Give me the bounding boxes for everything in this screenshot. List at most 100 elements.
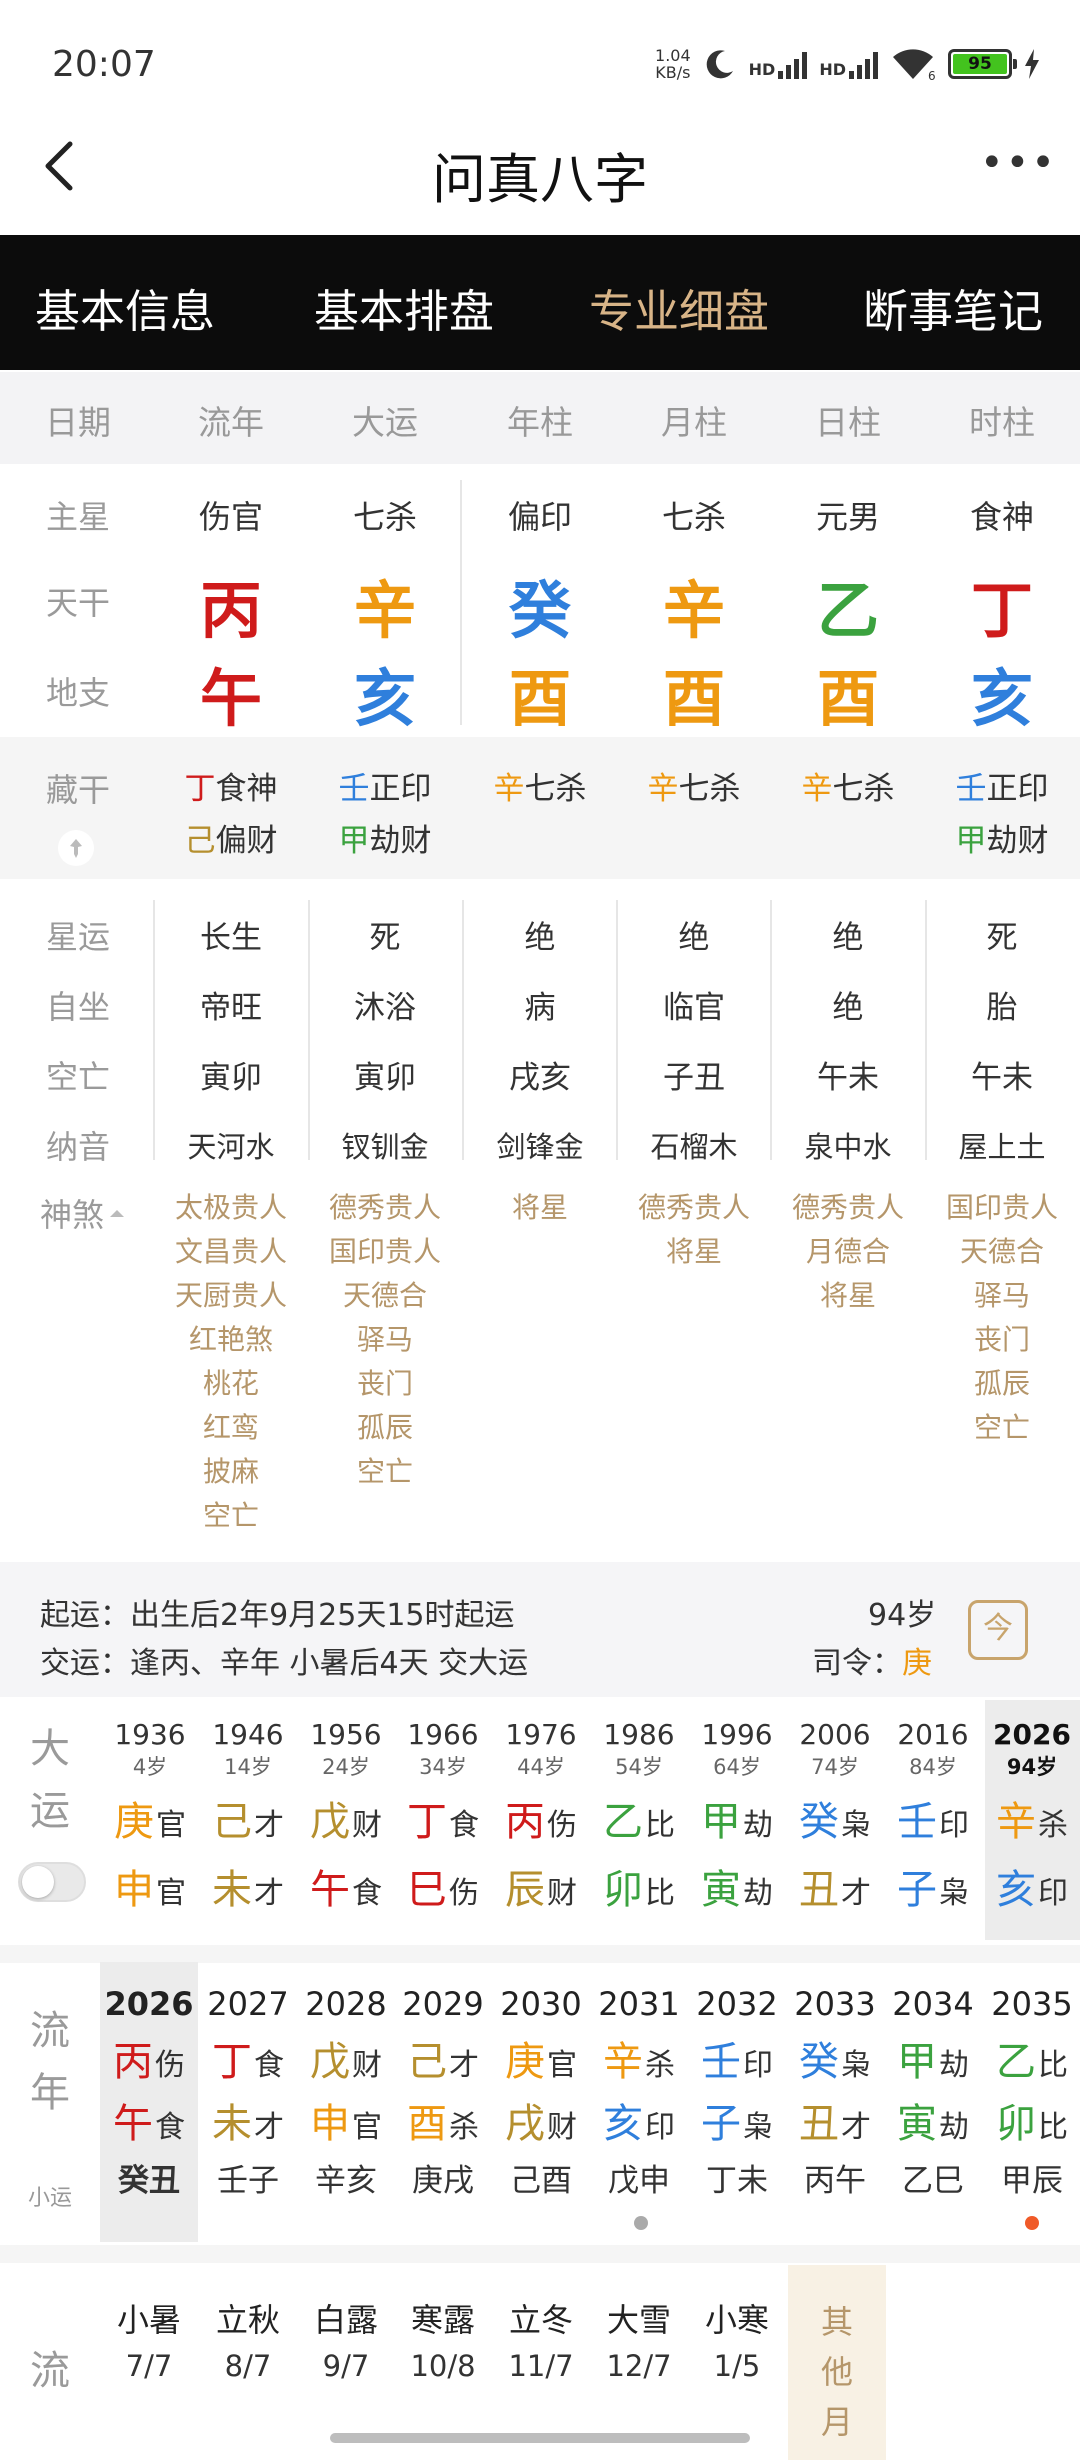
dayun-switch[interactable]: [18, 1862, 86, 1902]
shensha-item[interactable]: 驿马: [357, 1318, 413, 1362]
dayun-item[interactable]: 1936 4岁庚官申官: [101, 1718, 199, 1915]
xingyun-cell: 绝: [678, 920, 710, 956]
shensha-item[interactable]: 桃花: [203, 1362, 259, 1406]
section-gap-2: [0, 2245, 1080, 2263]
dayun-item[interactable]: 2016 84岁壬印子枭: [884, 1718, 982, 1915]
tiangan-char: 丙: [199, 574, 263, 647]
dayun-item[interactable]: 1986 54岁乙比卯比: [590, 1718, 688, 1915]
liunian-item[interactable]: 2029 己才酉杀庚戌: [394, 1985, 492, 2200]
shensha-item[interactable]: 驿马: [974, 1274, 1030, 1318]
shensha-item[interactable]: 天厨贵人: [175, 1274, 287, 1318]
jiaoyun-line: 交运：逢丙、辛年 小暑后4天 交大运: [40, 1646, 529, 1681]
shensha-item[interactable]: 丧门: [357, 1362, 413, 1406]
label-xingyun: 星运: [45, 918, 111, 956]
col-liunian: 流年: [198, 403, 264, 442]
shensha-item[interactable]: 红鸾: [203, 1406, 259, 1450]
tab-pro-chart[interactable]: 专业细盘: [589, 275, 769, 340]
liunian-item[interactable]: 2034 甲劫寅劫乙巳: [884, 1985, 982, 2200]
shensha-item[interactable]: 文昌贵人: [175, 1230, 287, 1274]
liunian-item[interactable]: 2028 戊财申官辛亥: [297, 1985, 395, 2200]
shensha-item[interactable]: 德秀贵人: [329, 1186, 441, 1230]
shensha-item[interactable]: 披麻: [203, 1450, 259, 1494]
shensha-item[interactable]: 月德合: [806, 1230, 890, 1274]
tiangan-char: 癸: [508, 574, 572, 647]
canggan-item: 辛七杀: [647, 771, 741, 807]
shensha-item[interactable]: 将星: [666, 1230, 722, 1274]
liuyue-item[interactable]: 寒露 10/8: [394, 2295, 492, 2383]
col-date: 日期: [45, 403, 111, 442]
liunian-item[interactable]: 2033 癸枭丑才丙午: [786, 1985, 884, 2200]
tiangan-char: 丁: [970, 574, 1034, 647]
canggan-item: 辛七杀: [801, 771, 895, 807]
liuyue-item[interactable]: 大雪 12/7: [590, 2295, 688, 2383]
col-month-pillar: 月柱: [661, 403, 727, 442]
dayun-item[interactable]: 1966 34岁丁食巳伤: [394, 1718, 492, 1915]
shensha-item[interactable]: 将星: [820, 1274, 876, 1318]
pin-icon[interactable]: [58, 830, 94, 866]
liunian-label: 流年: [30, 2008, 70, 2116]
liuyue-item[interactable]: 小寒 1/5: [688, 2295, 786, 2383]
current-age: 94岁: [868, 1598, 937, 1633]
tab-basic-info[interactable]: 基本信息: [35, 275, 215, 340]
shensha-item[interactable]: 空亡: [974, 1406, 1030, 1450]
shensha-item[interactable]: 天德合: [343, 1274, 427, 1318]
shensha-item[interactable]: 红艳煞: [189, 1318, 273, 1362]
dayun-item[interactable]: 1956 24岁戊财午食: [297, 1718, 395, 1915]
shensha-item[interactable]: 将星: [512, 1186, 568, 1230]
dayun-item[interactable]: 1996 64岁甲劫寅劫: [688, 1718, 786, 1915]
dayun-item[interactable]: 2026 94岁辛杀亥印: [983, 1718, 1080, 1915]
liunian-item[interactable]: 2027 丁食未才壬子: [199, 1985, 297, 2200]
shensha-item[interactable]: 孤辰: [357, 1406, 413, 1450]
shensha-item[interactable]: 空亡: [203, 1494, 259, 1538]
liunian-item[interactable]: 2031 辛杀亥印戊申: [590, 1985, 688, 2200]
liunian-item[interactable]: 2030 庚官戌财己酉: [492, 1985, 590, 2200]
liunian-item[interactable]: 2032 壬印子枭丁未: [688, 1985, 786, 2200]
dayun-item[interactable]: 2006 74岁癸枭丑才: [786, 1718, 884, 1915]
liuyue-item[interactable]: 立秋 8/7: [199, 2295, 297, 2383]
dayun-item[interactable]: 1946 14岁己才未才: [199, 1718, 297, 1915]
shensha-item[interactable]: 国印贵人: [946, 1186, 1058, 1230]
xiaoyun-label: 小运: [27, 2186, 73, 2211]
moon-icon: [706, 50, 733, 79]
liunian-item[interactable]: 2026 丙伤午食癸丑: [100, 1985, 198, 2200]
canggan-item: 甲劫财: [338, 823, 432, 859]
liuyue-item[interactable]: 小暑 7/7: [100, 2295, 198, 2383]
shensha-toggle[interactable]: 神煞: [40, 1190, 126, 1236]
shensha-item[interactable]: 太极贵人: [175, 1186, 287, 1230]
shensha-item[interactable]: 空亡: [357, 1450, 413, 1494]
back-icon[interactable]: [40, 140, 76, 192]
shensha-item[interactable]: 孤辰: [974, 1362, 1030, 1406]
shensha-item[interactable]: 德秀贵人: [792, 1186, 904, 1230]
nayin-cell: 钗钏金: [341, 1130, 429, 1164]
liuyue-item[interactable]: 立冬 11/7: [492, 2295, 590, 2383]
main-star: 偏印: [507, 498, 573, 536]
xingyun-cell: 绝: [524, 920, 556, 956]
main-star: 七杀: [352, 498, 418, 536]
shensha-item[interactable]: 丧门: [974, 1318, 1030, 1362]
status-time: 20:07: [52, 44, 156, 85]
tab-notes[interactable]: 断事笔记: [863, 275, 1043, 340]
calendar-icon[interactable]: 今: [968, 1600, 1028, 1660]
home-indicator[interactable]: [330, 2433, 750, 2443]
liunian-item[interactable]: 2035 乙比卯比甲辰: [983, 1985, 1080, 2200]
divider: [462, 900, 464, 1160]
dizhi-char: 亥: [970, 662, 1034, 735]
dayun-label: 大运: [30, 1726, 70, 1834]
other-months-button[interactable]: 其 他 月: [788, 2265, 886, 2460]
liuyue-item[interactable]: 白露 9/7: [297, 2295, 395, 2383]
status-icons: 1.04 KB/s HD HD 6 95: [655, 40, 1040, 88]
label-dizhi: 地支: [45, 674, 111, 712]
dayun-item[interactable]: 1976 44岁丙伤辰财: [492, 1718, 590, 1915]
shensha-item[interactable]: 德秀贵人: [638, 1186, 750, 1230]
tiangan-char: 乙: [816, 574, 880, 647]
shensha-item[interactable]: 国印贵人: [329, 1230, 441, 1274]
canggan-item: 壬正印: [338, 771, 432, 807]
shensha-item[interactable]: 天德合: [960, 1230, 1044, 1274]
tab-basic-chart[interactable]: 基本排盘: [314, 275, 494, 340]
signal-icon: HD: [749, 49, 808, 79]
col-hour-pillar: 时柱: [969, 403, 1035, 442]
more-icon[interactable]: •••: [980, 140, 1057, 186]
page-dot: [634, 2216, 648, 2230]
label-nayin: 纳音: [45, 1128, 111, 1166]
zizuo-cell: 临官: [663, 990, 725, 1026]
